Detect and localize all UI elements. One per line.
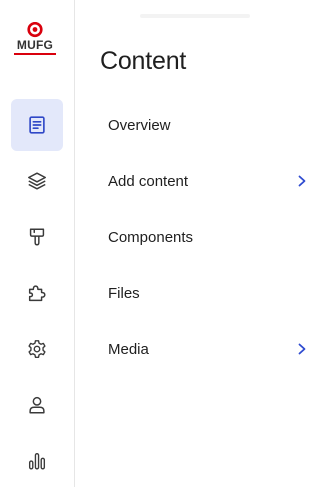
person-icon [29,396,45,414]
panel-title: Content [100,46,187,75]
menu-item-media[interactable]: Media [96,329,322,369]
gear-icon [28,340,46,358]
menu-item-label: Add content [108,172,189,190]
mufg-logo[interactable]: MUFG [10,21,60,62]
admin-toolbar-rail: MUFG [0,0,75,487]
menu-item-add-content[interactable]: Add content [96,161,322,201]
rail-item-reports[interactable] [11,435,63,487]
rail-item-appearance[interactable] [11,211,63,263]
chevron-right-icon[interactable] [296,174,308,188]
puzzle-icon [28,285,46,302]
rail-item-people[interactable] [11,379,63,431]
menu-item-label: Components [108,228,194,246]
rail-item-content[interactable] [11,99,63,151]
rail-item-configuration[interactable] [11,323,63,375]
menu-item-components[interactable]: Components [96,217,322,257]
rail-item-extend[interactable] [11,267,63,319]
menu-item-overview[interactable]: Overview [96,105,322,145]
chevron-right-icon[interactable] [296,342,308,356]
menu-item-label: Overview [108,116,171,134]
menu-item-files[interactable]: Files [96,273,322,313]
bar-chart-icon [28,452,46,470]
layers-icon [28,172,46,190]
menu-item-label: Files [108,284,140,302]
logo-underline [14,53,56,55]
logo-wordmark: MUFG [16,38,54,52]
document-icon [29,116,45,134]
menu-item-label: Media [108,340,149,358]
rail-item-structure[interactable] [11,155,63,207]
panel-top-edge [140,14,250,18]
paint-brush-icon [29,228,45,246]
